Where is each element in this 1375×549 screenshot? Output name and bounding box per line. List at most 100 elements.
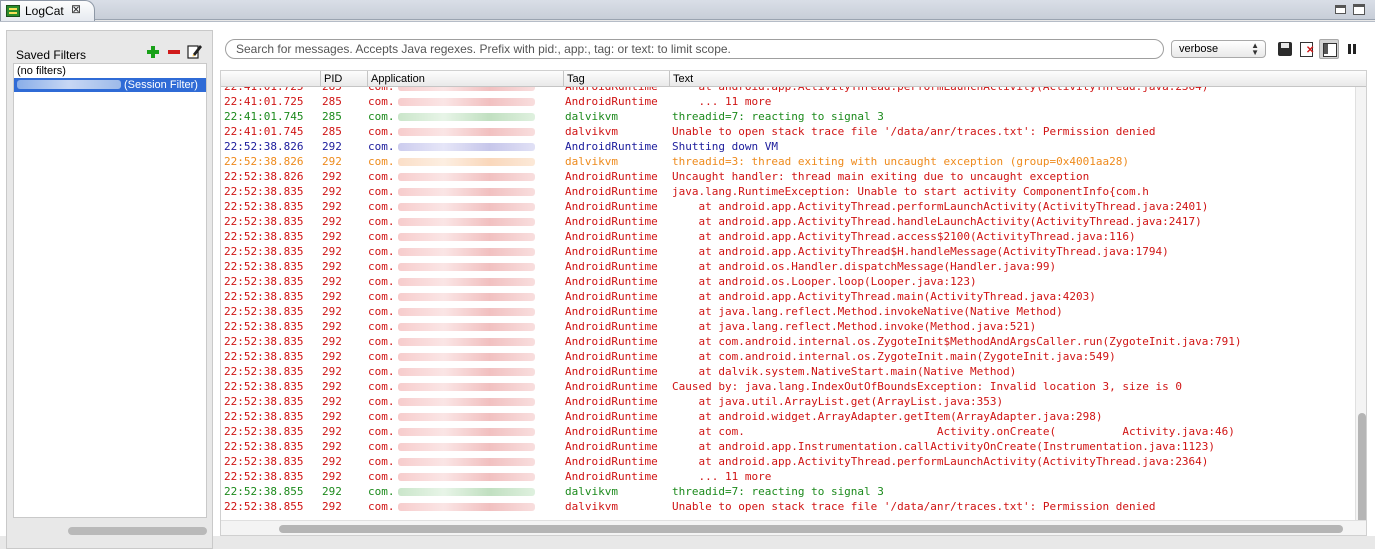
log-row[interactable]: 22:52:38.835 292 com. AndroidRuntime at and… (221, 439, 1355, 454)
log-row[interactable]: 22:52:38.855 292 com. dalvikvm threadid=7: r… (221, 484, 1355, 499)
log-row[interactable]: 22:52:38.835 292 com. AndroidRuntime at and… (221, 244, 1355, 259)
log-row[interactable]: 22:52:38.835 292 com. AndroidRuntime at and… (221, 274, 1355, 289)
log-application: com. (368, 349, 563, 364)
column-header-time[interactable] (221, 71, 321, 87)
log-time: 22:52:38.835 (224, 470, 304, 483)
minimize-icon[interactable] (1335, 5, 1346, 14)
log-row[interactable]: 22:52:38.835 292 com. AndroidRuntime at and… (221, 409, 1355, 424)
redacted-package (398, 368, 535, 376)
filter-list-scrollbar[interactable] (68, 527, 207, 535)
column-header-application[interactable]: Application (368, 71, 564, 87)
redacted-package (398, 443, 535, 451)
log-row[interactable]: 22:52:38.835 292 com. AndroidRuntime at and… (221, 214, 1355, 229)
log-row[interactable]: 22:52:38.835 292 com. AndroidRuntime at com… (221, 334, 1355, 349)
log-row[interactable]: 22:52:38.835 292 com. AndroidRuntime at and… (221, 229, 1355, 244)
log-row[interactable]: 22:52:38.826 292 com. AndroidRuntime Shuttin… (221, 139, 1355, 154)
log-application: com. (368, 184, 563, 199)
log-time: 22:52:38.835 (224, 200, 304, 213)
log-level-select[interactable]: verbose ▲ ▼ (1171, 40, 1266, 58)
log-text: Unable to open stack trace file '/data/a… (672, 500, 1156, 513)
log-horizontal-scroll-thumb[interactable] (279, 525, 1343, 533)
redacted-package (398, 278, 535, 286)
log-row[interactable]: 22:52:38.826 292 com. AndroidRuntime Uncaugh… (221, 169, 1355, 184)
log-row[interactable]: 22:52:38.835 292 com. AndroidRuntime at jav… (221, 319, 1355, 334)
log-row[interactable]: 22:52:38.855 292 com. dalvikvm Unable to ope… (221, 499, 1355, 514)
log-row[interactable]: 22:52:38.835 292 com. AndroidRuntime ... 11… (221, 469, 1355, 484)
log-row[interactable]: 22:52:38.835 292 com. AndroidRuntime at jav… (221, 394, 1355, 409)
log-text: at android.app.ActivityThread.handleLaun… (672, 215, 1202, 228)
log-tag: AndroidRuntime (565, 245, 658, 258)
redacted-package (398, 473, 535, 481)
column-header-pid[interactable]: PID (321, 71, 368, 87)
log-application-prefix: com. (368, 230, 395, 243)
close-tab-icon[interactable]: ⊠ (71, 2, 81, 16)
log-application: com. (368, 319, 563, 334)
log-row[interactable]: 22:52:38.835 292 com. AndroidRuntime at and… (221, 289, 1355, 304)
log-row[interactable]: 22:52:38.835 292 com. AndroidRuntime at com… (221, 349, 1355, 364)
log-row[interactable]: 22:52:38.835 292 com. AndroidRuntime at com… (221, 424, 1355, 439)
log-row[interactable]: 22:41:01.745 285 com. dalvikvm Unable to ope… (221, 124, 1355, 139)
log-row[interactable]: 22:52:38.835 292 com. AndroidRuntime at jav… (221, 304, 1355, 319)
save-icon[interactable] (1277, 41, 1293, 57)
log-pid: 292 (322, 290, 342, 303)
log-row[interactable]: 22:52:38.835 292 com. AndroidRuntime java.la… (221, 184, 1355, 199)
redacted-name (17, 80, 121, 89)
redacted-package (398, 323, 535, 331)
log-text: threadid=7: reacting to signal 3 (672, 485, 884, 498)
log-time: 22:52:38.835 (224, 230, 304, 243)
log-vertical-scrollbar[interactable] (1355, 87, 1366, 528)
maximize-icon[interactable] (1353, 4, 1365, 15)
log-pid: 292 (322, 500, 342, 513)
clear-log-icon[interactable] (1299, 41, 1315, 57)
log-tag: AndroidRuntime (565, 170, 658, 183)
log-tag: AndroidRuntime (565, 260, 658, 273)
log-vertical-scroll-thumb[interactable] (1358, 413, 1366, 528)
log-pid: 292 (322, 350, 342, 363)
log-application-prefix: com. (368, 155, 395, 168)
log-pid: 292 (322, 440, 342, 453)
column-header-text[interactable]: Text (670, 71, 1366, 87)
toggle-filters-icon[interactable] (1319, 39, 1339, 59)
filter-item-session[interactable]: (Session Filter) (14, 78, 206, 92)
log-application-prefix: com. (368, 290, 395, 303)
add-filter-icon[interactable] (146, 45, 159, 59)
log-text: ... 11 more (672, 470, 772, 483)
log-application-prefix: com. (368, 125, 395, 138)
log-application: com. (368, 94, 563, 109)
log-horizontal-scrollbar[interactable] (221, 520, 1366, 535)
log-application: com. (368, 334, 563, 349)
log-row[interactable]: 22:52:38.835 292 com. AndroidRuntime at and… (221, 199, 1355, 214)
redacted-package (398, 353, 535, 361)
edit-filter-icon[interactable] (187, 43, 203, 59)
log-row[interactable]: 22:52:38.835 292 com. AndroidRuntime at and… (221, 454, 1355, 469)
log-text: at android.os.Handler.dispatchMessage(Ha… (672, 260, 1057, 273)
log-table-header: PID Application Tag Text (221, 71, 1366, 87)
log-row[interactable]: 22:52:38.835 292 com. AndroidRuntime Caused … (221, 379, 1355, 394)
log-row[interactable]: 22:41:01.725 285 com. AndroidRuntime ... 11… (221, 94, 1355, 109)
log-time: 22:41:01.725 (224, 87, 320, 94)
logcat-tab[interactable]: LogCat ⊠ (0, 0, 95, 21)
log-row[interactable]: 22:52:38.826 292 com. dalvikvm threadid=3: t… (221, 154, 1355, 169)
log-application: com. (368, 259, 563, 274)
log-application-prefix: com. (368, 320, 395, 333)
log-tag: AndroidRuntime (565, 275, 658, 288)
log-row[interactable]: 22:52:38.835 292 com. AndroidRuntime at dal… (221, 364, 1355, 379)
pause-icon[interactable] (1345, 41, 1361, 57)
log-tag: AndroidRuntime (565, 455, 658, 468)
log-time: 22:52:38.835 (224, 245, 304, 258)
log-row[interactable]: 22:41:01.725285com. AndroidRuntime at and… (221, 87, 1355, 94)
redacted-package (398, 248, 535, 256)
filter-item-no-filters[interactable]: (no filters) (14, 64, 206, 78)
redacted-package (398, 413, 535, 421)
search-input[interactable] (225, 39, 1164, 59)
log-tag: AndroidRuntime (565, 200, 658, 213)
log-time: 22:52:38.835 (224, 290, 304, 303)
log-tag: AndroidRuntime (565, 290, 658, 303)
log-tag: AndroidRuntime (565, 380, 658, 393)
log-row[interactable]: 22:52:38.835 292 com. AndroidRuntime at and… (221, 259, 1355, 274)
log-application: com. (368, 289, 563, 304)
column-header-tag[interactable]: Tag (564, 71, 670, 87)
log-application-prefix: com. (368, 395, 395, 408)
log-row[interactable]: 22:41:01.745 285 com. dalvikvm threadid=7: r… (221, 109, 1355, 124)
remove-filter-icon[interactable] (168, 45, 180, 59)
